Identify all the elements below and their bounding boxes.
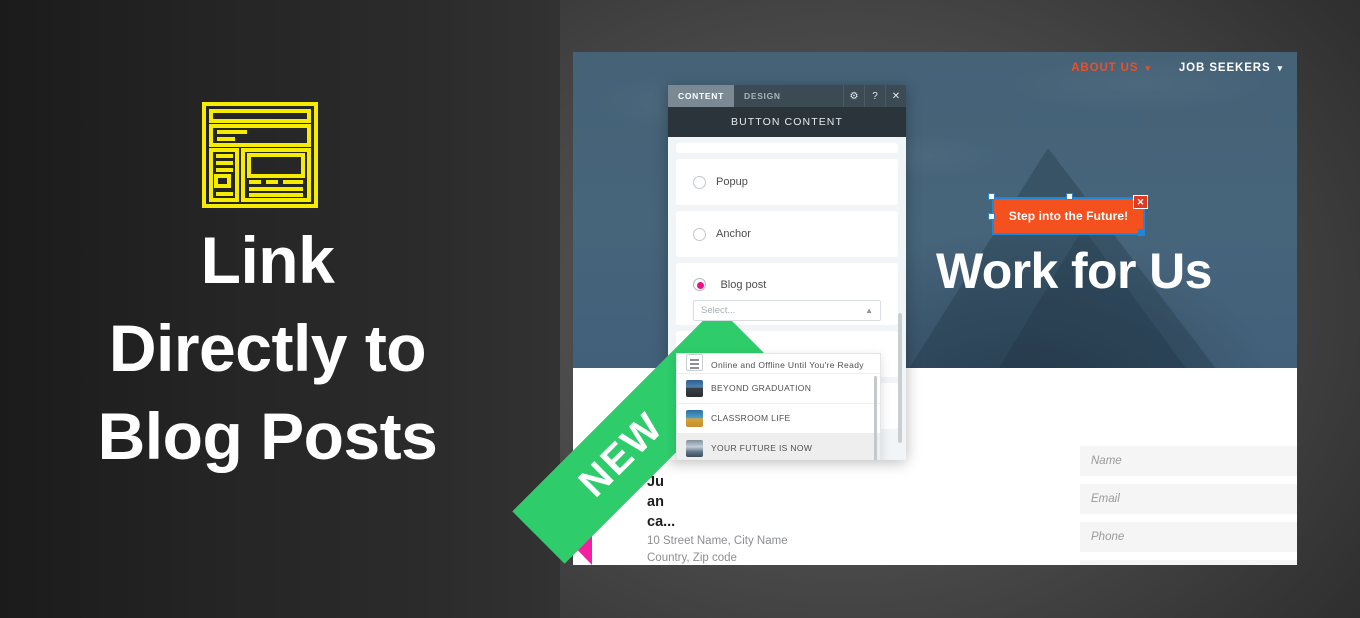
resize-handle-top-center[interactable] <box>1066 193 1073 200</box>
radio-blog-post-icon[interactable] <box>693 278 706 292</box>
option-card-blog-post[interactable]: Blog post Select... ▲ <box>676 263 898 325</box>
page-title: Link Directly to Blog Posts <box>90 216 445 480</box>
list-item[interactable]: CLASSROOM LIFE <box>677 404 880 434</box>
option-card-partial <box>676 143 898 153</box>
list-item-label: Online and Offline Until You're Ready <box>711 360 864 370</box>
chevron-up-icon: ▲ <box>865 306 873 315</box>
promo-block: Link Directly to Blog Posts <box>90 100 520 480</box>
panel-title: BUTTON CONTENT <box>668 107 906 137</box>
resize-handle-top-left[interactable] <box>988 193 995 200</box>
contact-info: 10 Street Name, City Name Country, Zip c… <box>647 533 788 565</box>
nav-item-job-seekers-label: JOB SEEKERS <box>1178 62 1271 74</box>
blog-post-dropdown-list: Online and Offline Until You're Ready BE… <box>676 353 881 460</box>
option-card-anchor[interactable]: Anchor <box>676 211 898 257</box>
option-label-anchor: Anchor <box>716 228 751 240</box>
option-card-popup[interactable]: Popup <box>676 159 898 205</box>
hero-heading: Work for Us <box>936 243 1212 299</box>
option-label-popup: Popup <box>716 176 748 188</box>
chevron-down-icon: ▾ <box>1145 62 1151 73</box>
list-item-label: BEYOND GRADUATION <box>711 383 812 393</box>
resize-handle-bottom-right[interactable] <box>1138 229 1145 236</box>
promo-title-line-3: Blog Posts <box>97 399 438 473</box>
list-item-label: YOUR FUTURE IS NOW <box>711 443 813 453</box>
list-item[interactable]: YOUR FUTURE IS NOW <box>677 434 880 460</box>
website-mockup: ABOUT US ▾ JOB SEEKERS ▾ Step into the F… <box>573 52 1297 565</box>
cta-button[interactable]: Step into the Future! <box>992 197 1145 235</box>
nav-item-about-us[interactable]: ABOUT US ▾ <box>1071 62 1151 74</box>
nav-item-about-us-label: ABOUT US <box>1071 62 1139 74</box>
panel-scrollbar[interactable] <box>898 313 902 443</box>
tab-content[interactable]: CONTENT <box>668 85 734 107</box>
cta-button-label: Step into the Future! <box>1008 209 1129 223</box>
name-field[interactable]: Name <box>1080 446 1297 476</box>
address-line-1: 10 Street Name, City Name <box>647 535 788 547</box>
settings-icon[interactable]: ⚙ <box>843 85 864 107</box>
contact-form: Name Email Phone Message <box>1080 446 1297 565</box>
blurb-line-2: an <box>647 494 664 510</box>
post-thumbnail-icon <box>686 354 703 371</box>
blog-post-select-placeholder: Select... <box>701 305 736 316</box>
tab-bar-spacer <box>791 85 843 107</box>
close-icon[interactable]: ✕ <box>885 85 906 107</box>
resize-handle-middle-left[interactable] <box>988 213 995 220</box>
message-field[interactable]: Message <box>1080 560 1297 565</box>
cta-selection-frame: Step into the Future! ✕ <box>988 193 1148 236</box>
post-thumbnail-icon <box>686 410 703 427</box>
panel-content-area: Popup Anchor Blog post Select... ▲ Onlin… <box>668 137 906 460</box>
blurb-line-1: Ju <box>647 474 664 490</box>
promo-title-line-1: Link <box>200 223 335 297</box>
email-field[interactable]: Email <box>1080 484 1297 514</box>
radio-popup-icon[interactable] <box>693 175 706 189</box>
list-item-label: CLASSROOM LIFE <box>711 413 791 423</box>
radio-anchor-icon[interactable] <box>693 227 706 241</box>
button-content-editor-panel: CONTENT DESIGN ⚙ ? ✕ BUTTON CONTENT Popu… <box>668 85 906 460</box>
phone-field[interactable]: Phone <box>1080 522 1297 552</box>
blurb-line-3: ca... <box>647 514 676 530</box>
blog-post-select[interactable]: Select... ▲ <box>693 300 881 321</box>
delete-element-icon[interactable]: ✕ <box>1133 195 1148 209</box>
panel-tab-bar: CONTENT DESIGN ⚙ ? ✕ <box>668 85 906 107</box>
tab-design[interactable]: DESIGN <box>734 85 791 107</box>
option-label-blog-post: Blog post <box>720 278 767 291</box>
dropdown-scrollbar[interactable] <box>874 376 877 460</box>
help-icon[interactable]: ? <box>864 85 885 107</box>
promo-title-line-2: Directly to <box>108 311 427 385</box>
list-item[interactable]: Online and Offline Until You're Ready <box>677 354 880 374</box>
mockup-blurb-text: Ju an ca... <box>647 472 699 532</box>
address-line-2: Country, Zip code <box>647 552 737 564</box>
chevron-down-icon: ▾ <box>1277 62 1283 73</box>
post-thumbnail-icon <box>686 380 703 397</box>
post-thumbnail-icon <box>686 440 703 457</box>
webpage-layout-icon <box>202 102 318 208</box>
site-navigation: ABOUT US ▾ JOB SEEKERS ▾ <box>1071 62 1283 74</box>
list-item[interactable]: BEYOND GRADUATION <box>677 374 880 404</box>
nav-item-job-seekers[interactable]: JOB SEEKERS ▾ <box>1179 62 1283 74</box>
